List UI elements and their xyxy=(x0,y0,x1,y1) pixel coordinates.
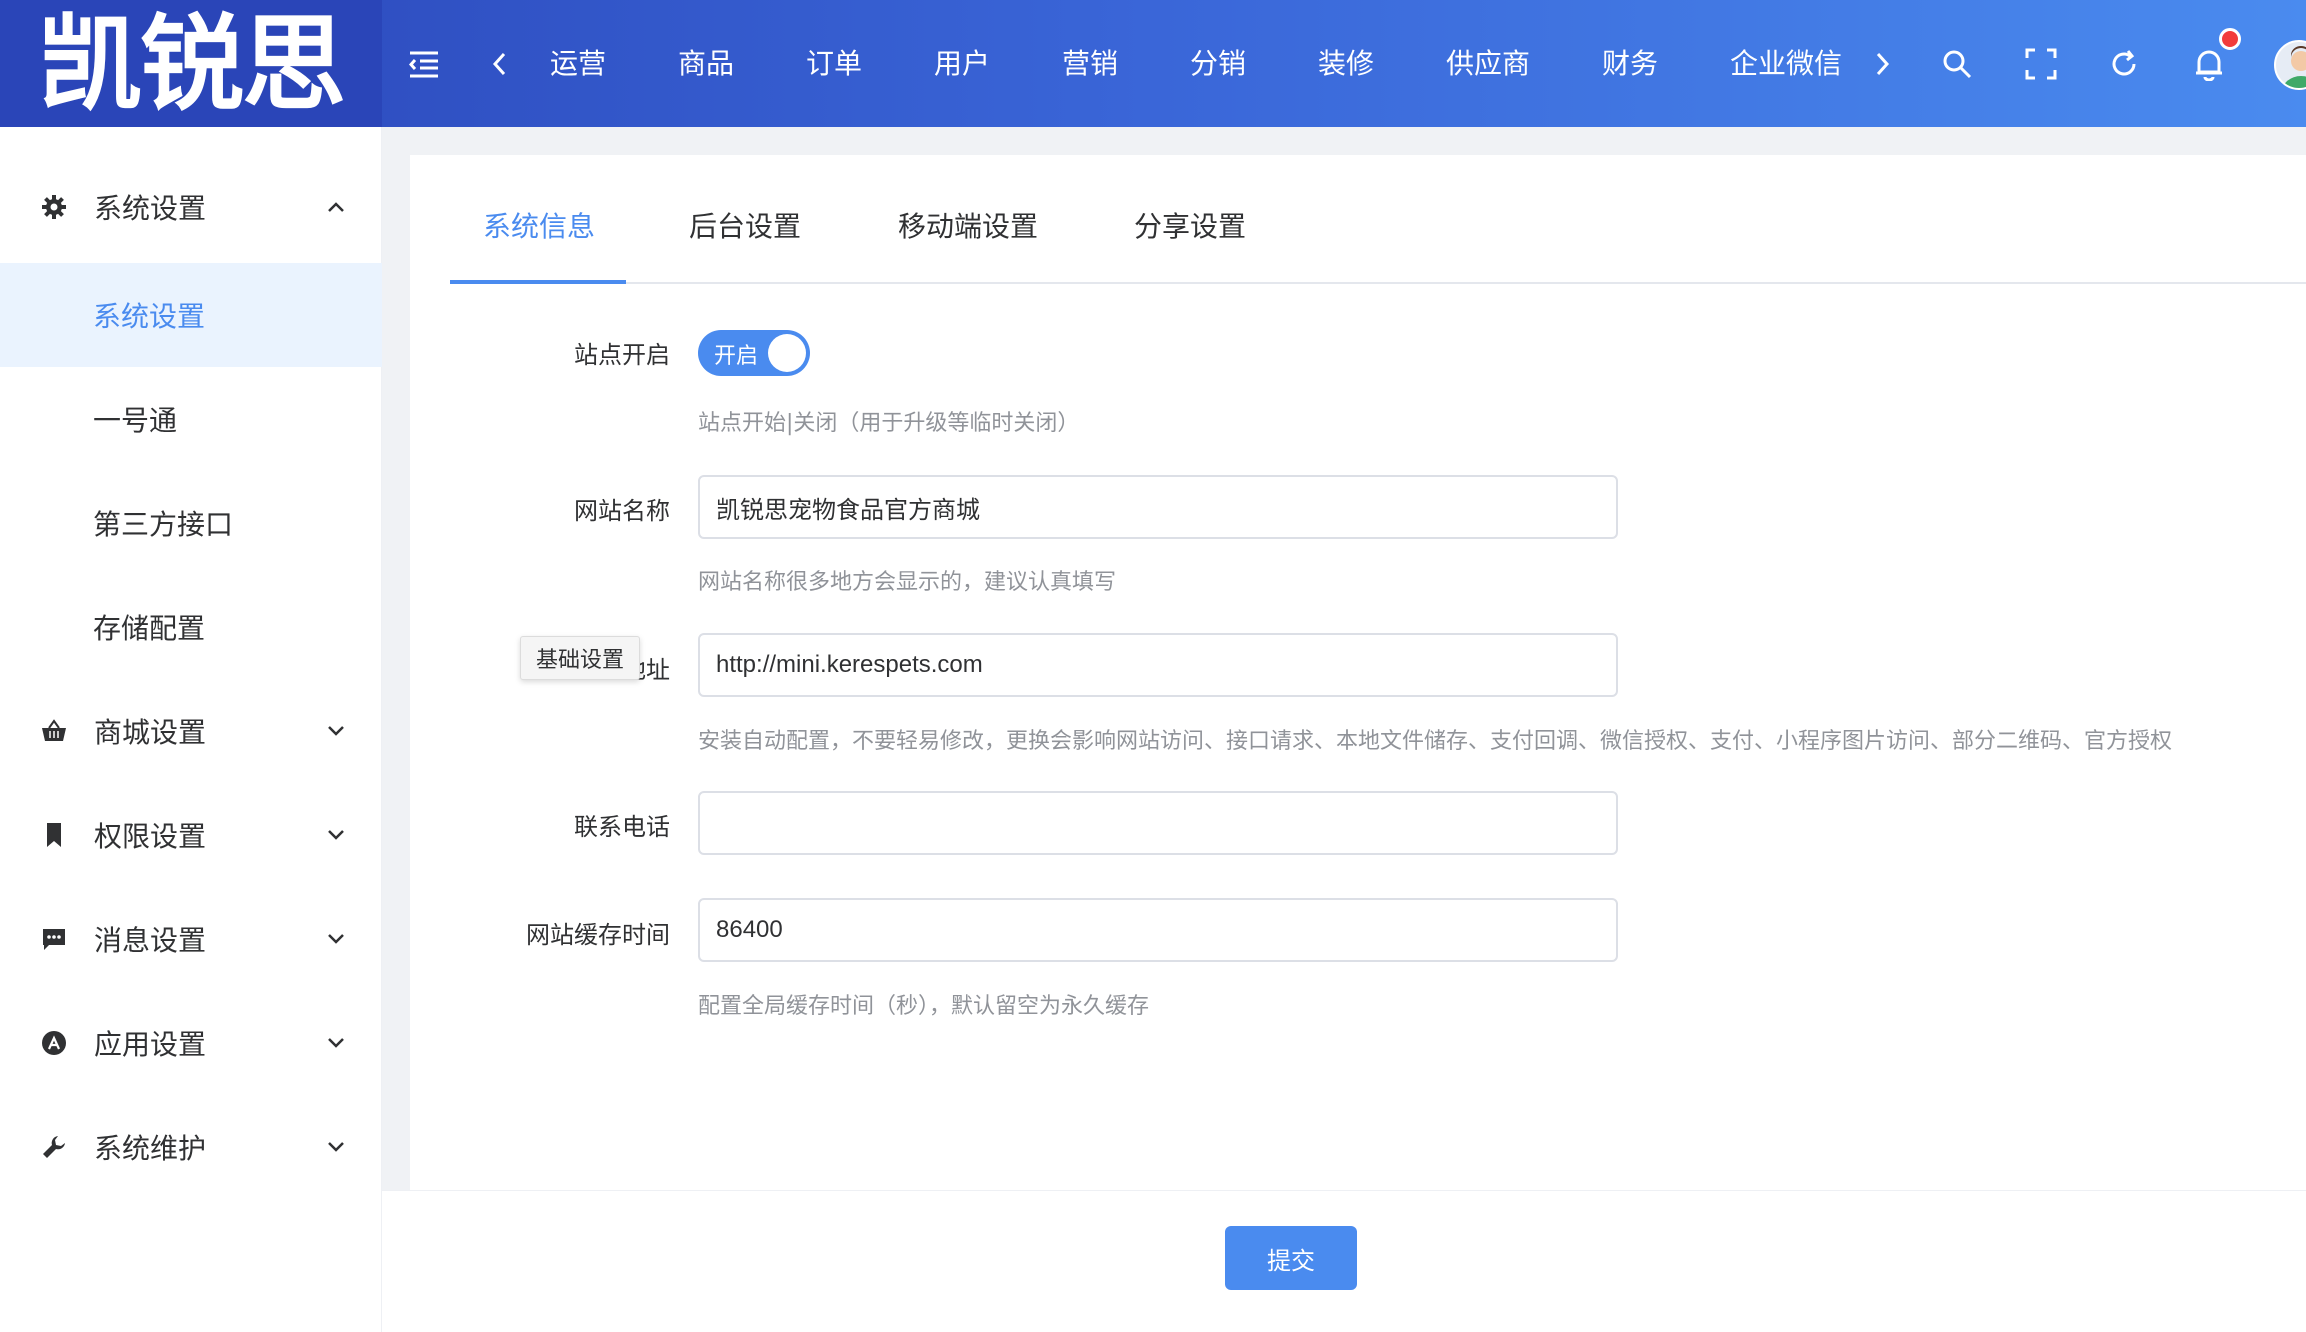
topnav-item-operations[interactable]: 运营 xyxy=(550,42,606,86)
tab-share-settings[interactable]: 分享设置 xyxy=(1134,205,1246,245)
sidebar-group-label: 权限设置 xyxy=(94,820,207,853)
site-open-label: 站点开启 xyxy=(574,341,670,369)
phone-label: 联系电话 xyxy=(574,813,670,841)
tooltip-basic-settings: 基础设置 xyxy=(520,636,640,680)
chevron-up-icon xyxy=(322,193,350,221)
sidebar-group-label: 商城设置 xyxy=(94,716,207,749)
top-header: 凯锐思 运营 商品 订单 用户 营销 分销 装修 供应商 财务 企业微信 xyxy=(0,0,2306,127)
sidebar-item-system-settings[interactable]: 系统设置 xyxy=(0,263,382,367)
refresh-icon[interactable] xyxy=(2104,44,2144,84)
bookmark-icon xyxy=(40,821,68,849)
switch-text: 开启 xyxy=(714,344,759,369)
topnav-item-finance[interactable]: 财务 xyxy=(1602,42,1658,86)
sidebar-group-label: 应用设置 xyxy=(94,1028,207,1061)
sidebar-group-label: 消息设置 xyxy=(94,924,207,957)
sidebar-group-system-settings[interactable]: 系统设置 xyxy=(0,155,382,259)
chevron-down-icon xyxy=(322,717,350,745)
topnav-item-products[interactable]: 商品 xyxy=(678,42,734,86)
topnav-item-orders[interactable]: 订单 xyxy=(806,42,862,86)
topnav-item-suppliers[interactable]: 供应商 xyxy=(1446,42,1530,86)
site-url-hint: 安装自动配置，不要轻易修改，更换会影响网站访问、接口请求、本地文件储存、支付回调… xyxy=(698,729,2173,754)
logo[interactable]: 凯锐思 xyxy=(0,0,382,127)
message-icon xyxy=(40,925,68,953)
logo-text: 凯锐思 xyxy=(37,2,346,125)
sidebar-item-third-party-api[interactable]: 第三方接口 xyxy=(0,471,382,575)
chevron-down-icon xyxy=(322,1133,350,1161)
site-name-input[interactable]: 凯锐思宠物食品官方商城 xyxy=(698,475,1618,539)
wrench-icon xyxy=(40,1133,68,1161)
sidebar-group-message-settings[interactable]: 消息设置 xyxy=(0,887,382,991)
chevron-down-icon xyxy=(322,821,350,849)
chevron-down-icon xyxy=(322,1029,350,1057)
main-panel: 系统信息 后台设置 移动端设置 分享设置 站点开启 开启 站点开始|关闭（用于升… xyxy=(410,155,2306,1190)
topnav-item-decoration[interactable]: 装修 xyxy=(1318,42,1374,86)
sidebar: 系统设置 系统设置 一号通 第三方接口 存储配置 商城设置 权限设置 消息设置 xyxy=(0,127,382,1332)
gear-icon xyxy=(40,193,68,221)
site-name-hint: 网站名称很多地方会显示的，建议认真填写 xyxy=(698,570,1117,595)
notification-dot xyxy=(2219,28,2241,50)
tab-divider xyxy=(450,282,2306,284)
sidebar-item-one-pass[interactable]: 一号通 xyxy=(0,367,382,471)
site-url-input[interactable]: http://mini.kerespets.com xyxy=(698,633,1618,697)
form-footer: 提交 xyxy=(382,1190,2306,1332)
tab-mobile-settings[interactable]: 移动端设置 xyxy=(898,205,1038,245)
sidebar-group-app-settings[interactable]: 应用设置 xyxy=(0,991,382,1095)
site-open-hint: 站点开始|关闭（用于升级等临时关闭） xyxy=(698,411,1080,436)
sidebar-group-label: 系统设置 xyxy=(94,192,207,225)
topnav-item-distribution[interactable]: 分销 xyxy=(1190,42,1246,86)
site-open-switch[interactable]: 开启 xyxy=(698,330,810,376)
topnav-item-users[interactable]: 用户 xyxy=(934,42,990,86)
cache-time-hint: 配置全局缓存时间（秒），默认留空为永久缓存 xyxy=(698,994,1150,1019)
search-icon[interactable] xyxy=(1937,44,1977,84)
cache-time-label: 网站缓存时间 xyxy=(526,921,670,949)
topnav-item-marketing[interactable]: 营销 xyxy=(1062,42,1118,86)
phone-input[interactable] xyxy=(698,791,1618,855)
chevron-down-icon xyxy=(322,925,350,953)
bell-icon[interactable] xyxy=(2189,44,2229,84)
avatar[interactable] xyxy=(2274,40,2306,90)
collapse-menu-icon[interactable] xyxy=(404,44,444,84)
sidebar-group-permission-settings[interactable]: 权限设置 xyxy=(0,783,382,887)
fullscreen-icon[interactable] xyxy=(2021,44,2061,84)
nav-scroll-left-icon[interactable] xyxy=(480,44,520,84)
sidebar-group-mall-settings[interactable]: 商城设置 xyxy=(0,679,382,783)
active-tab-indicator xyxy=(450,280,626,284)
sidebar-group-label: 系统维护 xyxy=(94,1132,207,1165)
submit-button[interactable]: 提交 xyxy=(1225,1226,1357,1290)
tab-system-info[interactable]: 系统信息 xyxy=(483,205,595,245)
nav-scroll-right-icon[interactable] xyxy=(1862,44,1902,84)
topnav-item-wecom[interactable]: 企业微信 xyxy=(1730,42,1842,86)
basket-icon xyxy=(40,717,68,745)
tab-backend-settings[interactable]: 后台设置 xyxy=(689,205,801,245)
appstore-icon xyxy=(40,1029,68,1057)
cache-time-input[interactable]: 86400 xyxy=(698,898,1618,962)
switch-knob xyxy=(768,334,806,372)
sidebar-item-storage-config[interactable]: 存储配置 xyxy=(0,575,382,679)
sidebar-group-system-maintenance[interactable]: 系统维护 xyxy=(0,1095,382,1199)
site-name-label: 网站名称 xyxy=(574,497,670,525)
